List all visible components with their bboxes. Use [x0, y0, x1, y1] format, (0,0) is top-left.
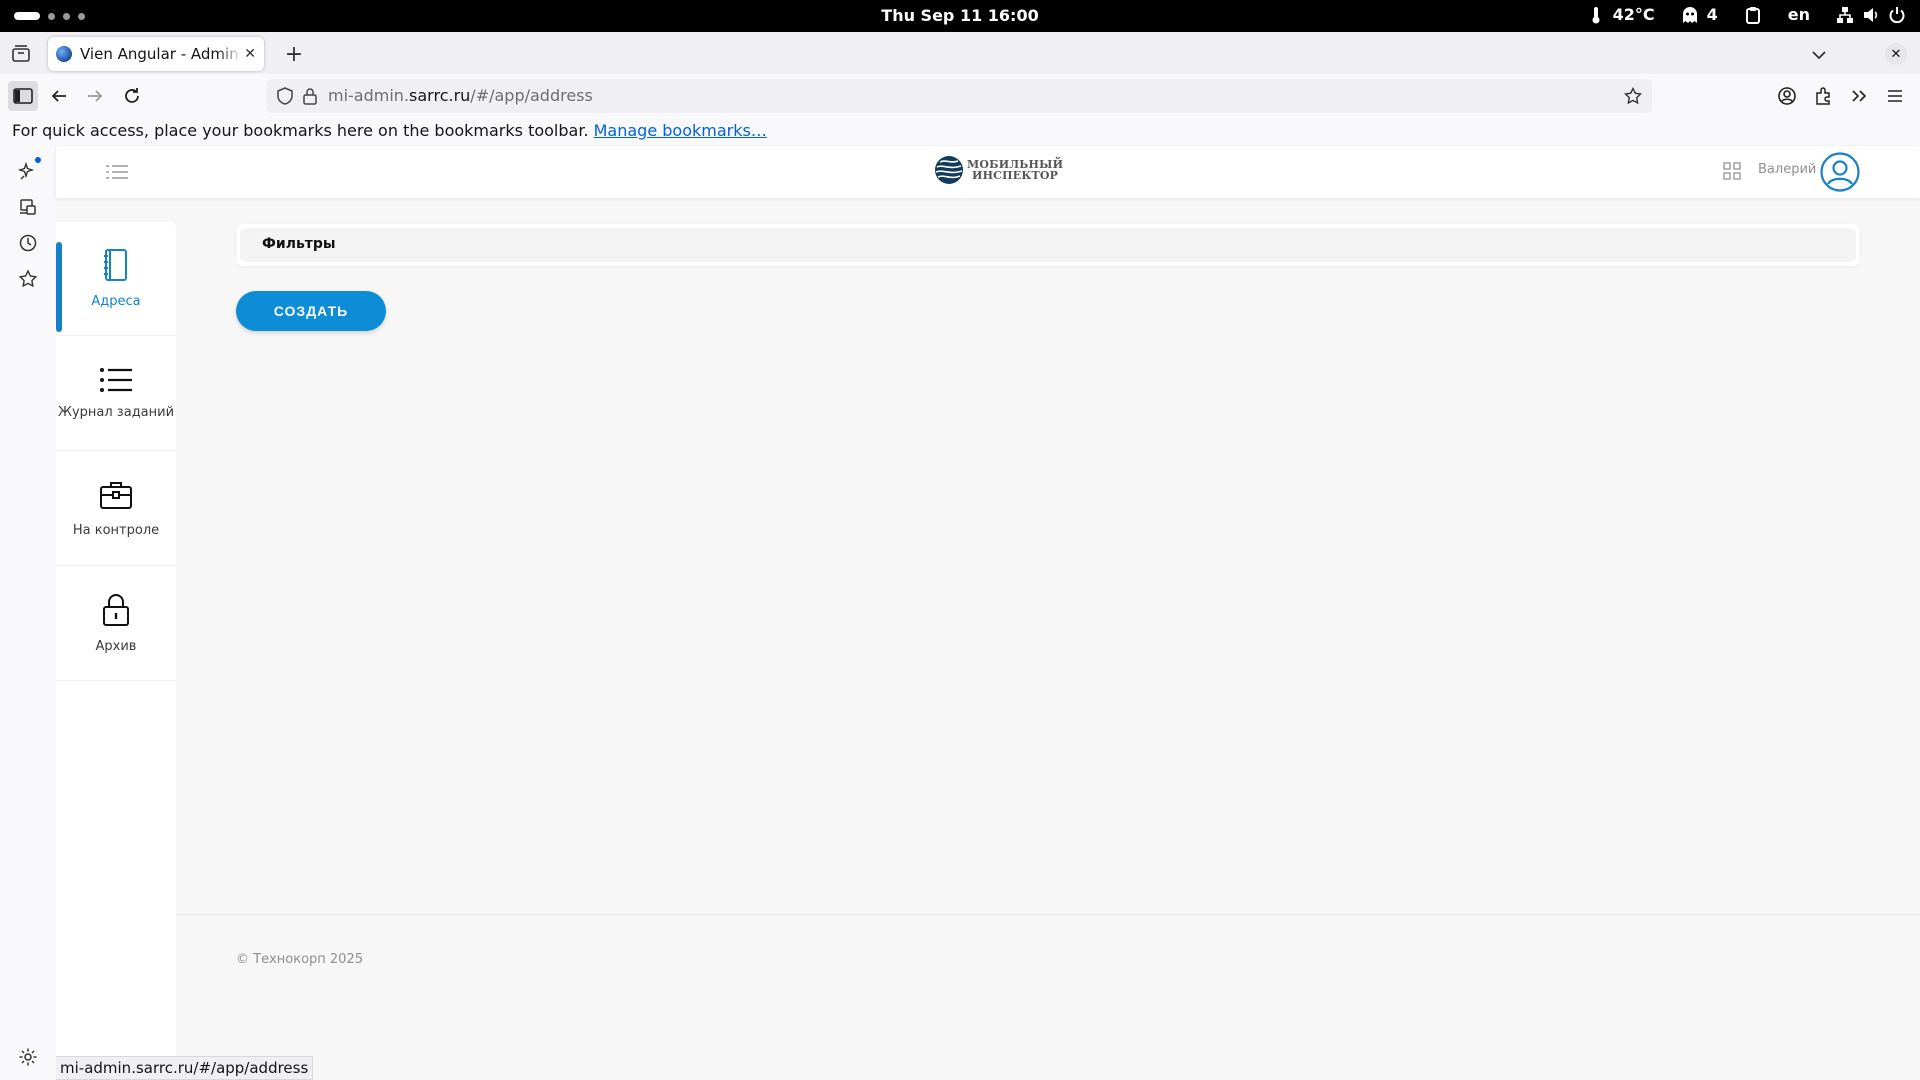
bookmarks-hint: For quick access, place your bookmarks h…: [12, 121, 589, 140]
more-tools-icon[interactable]: [1844, 81, 1874, 111]
os-top-bar: Thu Sep 11 16:00 42°C 4 en: [0, 0, 1920, 32]
footer-copyright: © Технокорп 2025: [236, 952, 363, 967]
notification-indicator[interactable]: 4: [1681, 5, 1718, 24]
status-url-preview: mi-admin.sarrc.ru/#/app/address: [56, 1056, 314, 1080]
url-domain: sarrc.ru: [409, 86, 471, 105]
reload-icon[interactable]: [117, 81, 147, 111]
sidebar-item-archive[interactable]: Архив: [56, 567, 176, 681]
url-bar[interactable]: mi-admin.sarrc.ru/#/app/address: [266, 79, 1652, 113]
synced-tabs-icon[interactable]: [17, 196, 39, 218]
sidebar-item-on-control[interactable]: На контроле: [56, 452, 176, 566]
logo-line2: ИНСПЕКТОР: [972, 169, 1059, 182]
bookmarks-toolbar: For quick access, place your bookmarks h…: [0, 118, 1920, 146]
temperature-value: 42°C: [1612, 5, 1655, 24]
account-icon[interactable]: [1772, 81, 1802, 111]
address-book-icon: [101, 248, 131, 286]
ghost-icon: [1681, 6, 1699, 24]
globe-icon: [56, 46, 72, 62]
lock-icon[interactable]: [302, 87, 318, 109]
notification-dot: [35, 157, 41, 163]
sidebar-item-label: Архив: [95, 639, 137, 654]
forward-arrow-icon[interactable]: [80, 81, 110, 111]
sidebar-item-label: На контроле: [72, 523, 160, 538]
sidebar-item-label: Адреса: [91, 294, 141, 309]
filters-header[interactable]: Фильтры: [240, 228, 1856, 262]
power-icon: [1888, 6, 1906, 24]
logo-globe-icon: [934, 155, 964, 185]
apps-grid-icon[interactable]: [1722, 161, 1742, 181]
manage-bookmarks-link[interactable]: Manage bookmarks…: [594, 121, 767, 140]
web-page: МОБИЛЬНЫЙ ИНСПЕКТОР Валерий Адреса Журна…: [56, 146, 1920, 1080]
user-avatar-icon[interactable]: [1820, 152, 1860, 192]
ai-sparkle-icon[interactable]: [17, 160, 39, 182]
clipboard-icon[interactable]: [1744, 6, 1762, 24]
bookmark-star-icon[interactable]: [1624, 86, 1642, 109]
volume-icon: [1862, 6, 1880, 24]
window-close-icon[interactable]: ✕: [1885, 43, 1907, 65]
url-text[interactable]: mi-admin.sarrc.ru/#/app/address: [328, 86, 593, 105]
gear-icon[interactable]: [17, 1046, 39, 1068]
system-tray[interactable]: [1836, 6, 1906, 24]
tab-close-icon[interactable]: ✕: [244, 46, 256, 62]
keyboard-language[interactable]: en: [1788, 5, 1810, 24]
network-icon: [1836, 6, 1854, 24]
url-path: /#/app/address: [470, 86, 593, 105]
list-icon: [99, 367, 133, 397]
back-arrow-icon[interactable]: [44, 81, 74, 111]
hamburger-menu-icon[interactable]: [1880, 81, 1910, 111]
browser-sidebar: [0, 146, 56, 1080]
chevron-down-icon[interactable]: [1808, 44, 1830, 66]
browser-toolbar: mi-admin.sarrc.ru/#/app/address: [0, 74, 1920, 118]
notification-count: 4: [1706, 5, 1718, 24]
sidebar-item-task-log[interactable]: Журнал заданий: [56, 337, 176, 451]
create-button[interactable]: СОЗДАТЬ: [236, 291, 386, 331]
browser-tab-strip: Vien Angular - Admin Template ✕ + ✕: [0, 32, 1920, 74]
shield-icon[interactable]: [276, 87, 294, 109]
new-tab-icon[interactable]: +: [280, 40, 308, 68]
url-domain-prefix: mi-admin.: [328, 86, 410, 105]
bookmarks-star-icon[interactable]: [17, 268, 39, 290]
extensions-icon[interactable]: [1808, 81, 1838, 111]
thermometer-icon: [1587, 6, 1605, 24]
tab-title: Vien Angular - Admin Template: [80, 45, 242, 63]
logo-text: МОБИЛЬНЫЙ ИНСПЕКТОР: [967, 159, 1063, 181]
user-name[interactable]: Валерий: [1758, 162, 1816, 177]
sidebar-item-label: Журнал заданий: [57, 405, 175, 420]
footer-divider: [176, 914, 1920, 915]
lock-icon: [101, 593, 131, 631]
app-logo[interactable]: МОБИЛЬНЫЙ ИНСПЕКТОР: [934, 155, 1063, 185]
sidebar-item-addresses[interactable]: Адреса: [56, 222, 176, 336]
app-header: МОБИЛЬНЫЙ ИНСПЕКТОР Валерий: [56, 146, 1920, 198]
tab-list-icon[interactable]: [10, 43, 32, 65]
sidebar-toggle-icon[interactable]: [8, 81, 38, 111]
filters-panel[interactable]: Фильтры: [236, 224, 1860, 266]
browser-tab-active[interactable]: Vien Angular - Admin Template ✕: [48, 37, 264, 71]
history-icon[interactable]: [17, 232, 39, 254]
app-sidebar: Адреса Журнал заданий На контроле Архив: [56, 222, 176, 1080]
briefcase-icon: [99, 479, 133, 515]
temperature-indicator[interactable]: 42°C: [1587, 5, 1655, 24]
menu-toggle-icon[interactable]: [104, 162, 130, 182]
